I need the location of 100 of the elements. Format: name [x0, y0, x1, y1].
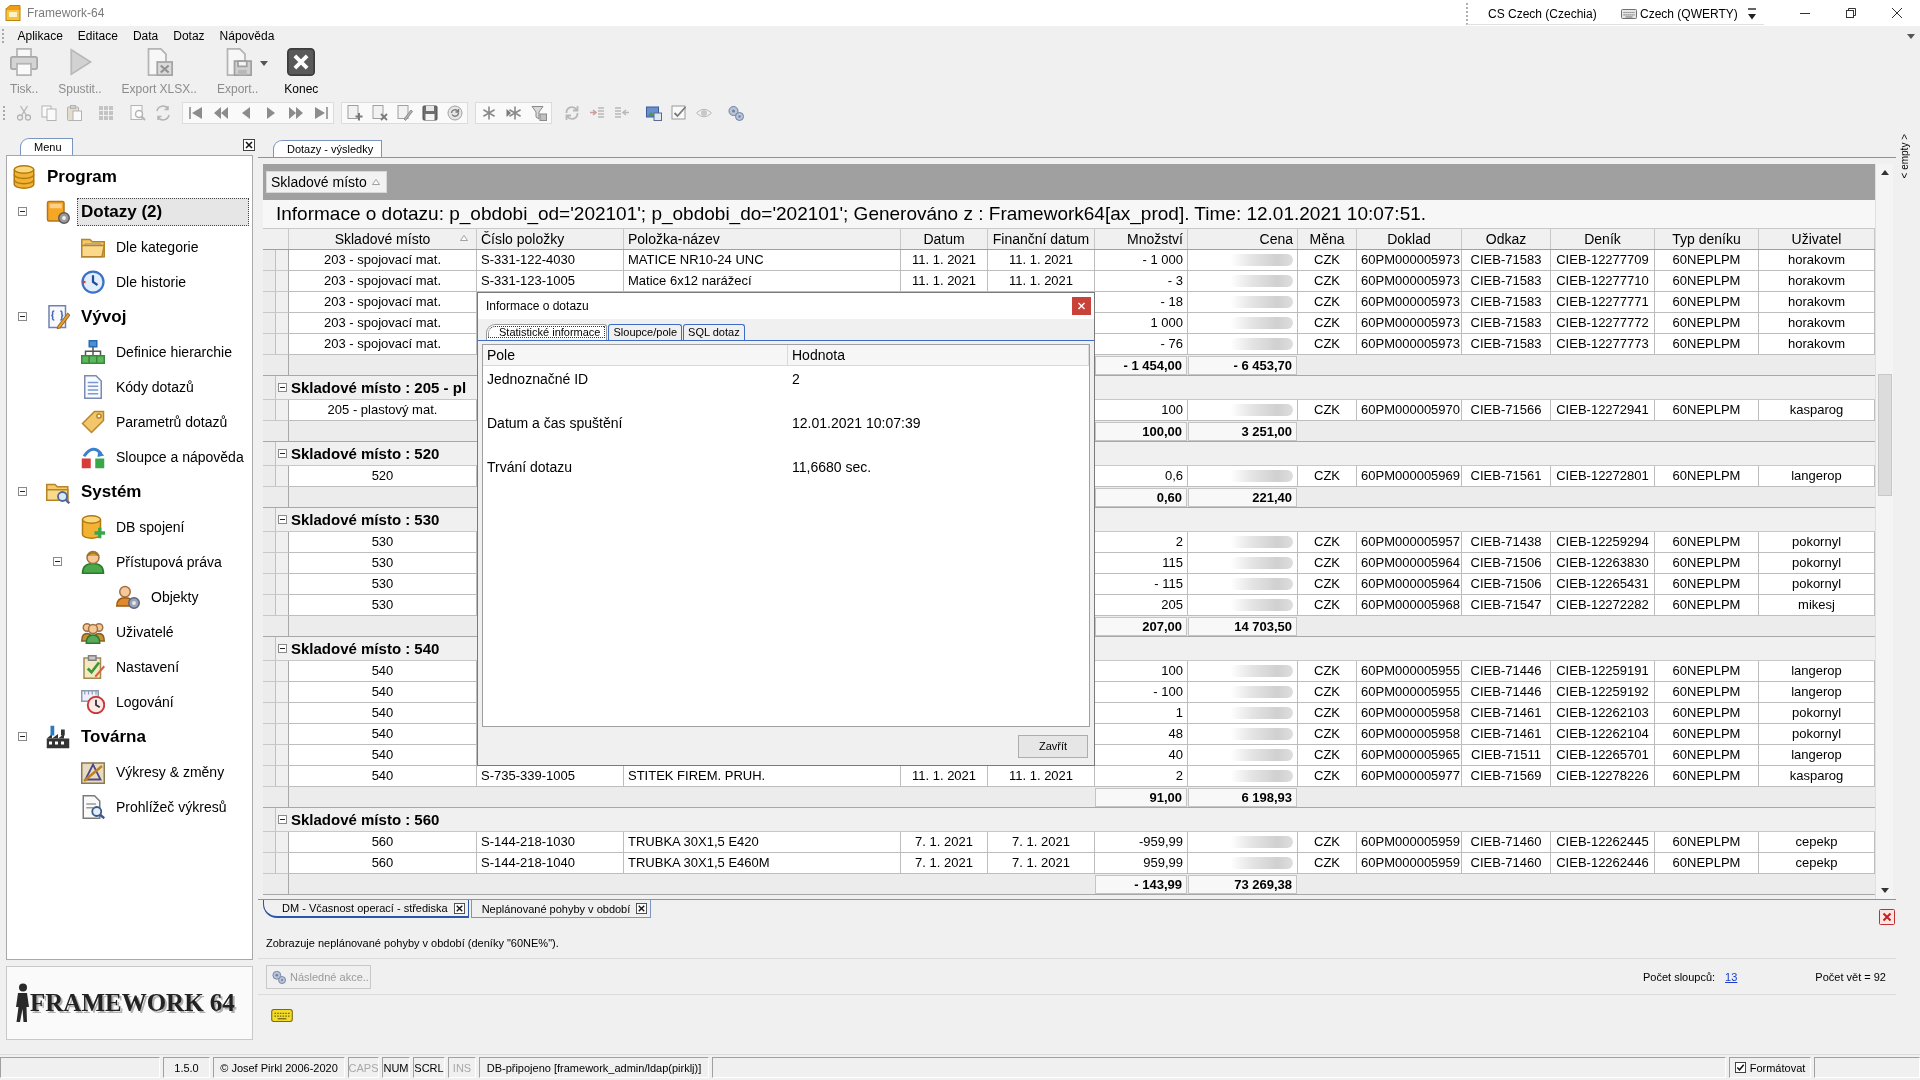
row-selector[interactable]	[263, 250, 289, 271]
asterisk-arrow-icon[interactable]	[505, 105, 522, 121]
input-language[interactable]: CS Czech (Czechia)	[1488, 6, 1621, 21]
exit-button[interactable]: Konec	[274, 46, 329, 98]
row-selector[interactable]	[263, 853, 289, 874]
collapse-icon[interactable]	[52, 557, 62, 566]
tree-item[interactable]: Nastavení	[112, 654, 184, 679]
asterisk-icon[interactable]	[480, 105, 497, 121]
search-icon[interactable]	[129, 105, 146, 121]
picture-icon[interactable]	[645, 105, 662, 121]
column-header[interactable]: Finanční datum	[988, 229, 1095, 249]
column-header[interactable]: Množství	[1095, 229, 1188, 249]
reload-icon[interactable]	[446, 105, 463, 121]
menu-item[interactable]: Dotaz	[165, 29, 213, 43]
tree-item[interactable]: Dotazy (2)	[77, 197, 249, 226]
column-count-link[interactable]: 13	[1725, 970, 1738, 983]
copy-icon[interactable]	[40, 105, 57, 121]
row-selector[interactable]	[263, 682, 289, 703]
query-tab[interactable]: Neplánované pohyby v období	[470, 900, 652, 918]
dialog-tab[interactable]: Statistické informace	[486, 324, 608, 340]
query-tab[interactable]: DM - Včasnost operací - střediska	[263, 900, 469, 918]
checkbox-icon[interactable]	[1734, 1062, 1746, 1073]
checkbox-icon[interactable]	[670, 105, 687, 121]
row-selector[interactable]	[263, 574, 289, 595]
row-selector[interactable]	[263, 532, 289, 553]
refresh-icon[interactable]	[563, 105, 580, 121]
collapse-icon[interactable]	[278, 644, 287, 653]
results-tab[interactable]: Dotazy - výsledky	[273, 140, 383, 157]
close-icon[interactable]	[636, 903, 648, 914]
row-selector[interactable]	[263, 661, 289, 682]
collapse-icon[interactable]	[17, 732, 27, 741]
tree-item[interactable]: Přístupová práva	[112, 549, 226, 574]
close-icon[interactable]	[1892, 8, 1902, 18]
fast-back-icon[interactable]	[212, 105, 229, 121]
minimize-icon[interactable]	[1800, 12, 1810, 14]
tree-item[interactable]: Uživatelé	[112, 619, 178, 644]
tree-item[interactable]: Výkresy & změny	[112, 759, 229, 784]
tree-item[interactable]: Továrna	[77, 722, 150, 751]
row-selector[interactable]	[263, 271, 289, 292]
scrollbar-thumb[interactable]	[1877, 374, 1892, 496]
column-header[interactable]: Měna	[1298, 229, 1357, 249]
fast-forward-icon[interactable]	[287, 105, 304, 121]
column-header[interactable]: Položka-název	[624, 229, 901, 249]
column-header[interactable]: Číslo položky	[477, 229, 624, 249]
scrollbar[interactable]	[1875, 164, 1893, 899]
menu-item[interactable]: Aplikace	[10, 29, 71, 43]
caret-icon[interactable]	[1907, 33, 1915, 39]
column-header[interactable]: Doklad	[1357, 229, 1462, 249]
row-selector[interactable]	[263, 313, 289, 334]
row-selector[interactable]	[263, 724, 289, 745]
column-header[interactable]: Typ deníku	[1655, 229, 1759, 249]
indent-icon[interactable]	[588, 105, 605, 121]
format-checkbox[interactable]: Formátovat	[1734, 1061, 1806, 1074]
first-record-icon[interactable]	[187, 105, 204, 121]
collapse-icon[interactable]	[17, 207, 27, 216]
row-selector[interactable]	[263, 703, 289, 724]
column-header[interactable]: Pole	[483, 345, 788, 365]
tree-item[interactable]: Sloupce a nápověda	[112, 444, 248, 469]
gears-icon[interactable]	[727, 105, 744, 121]
menu-tab[interactable]: Menu	[20, 138, 73, 155]
column-header[interactable]: Hodnota	[788, 345, 1089, 365]
row-selector[interactable]	[263, 466, 289, 487]
tree-item[interactable]: DB spojení	[112, 514, 189, 539]
column-header[interactable]: Skladové místo	[289, 229, 477, 249]
paste-icon[interactable]	[65, 105, 82, 121]
close-button[interactable]: Zavřít	[1018, 734, 1088, 758]
scissors-icon[interactable]	[15, 105, 32, 121]
menu-item[interactable]: Nápověda	[212, 29, 282, 43]
collapse-icon[interactable]	[278, 449, 287, 458]
options-icon[interactable]	[1748, 7, 1756, 20]
keyboard-layout[interactable]: Czech (QWERTY)	[1640, 6, 1748, 21]
tree-item[interactable]: Dle kategorie	[112, 234, 203, 259]
column-header[interactable]: Datum	[901, 229, 988, 249]
row-selector[interactable]	[263, 595, 289, 616]
replace-icon[interactable]	[154, 105, 171, 121]
collapse-icon[interactable]	[278, 383, 287, 392]
collapse-icon[interactable]	[278, 515, 287, 524]
delete-document-icon[interactable]	[371, 105, 388, 121]
collapse-icon[interactable]	[17, 312, 27, 321]
row-selector[interactable]	[263, 832, 289, 853]
tree-item[interactable]: Logování	[112, 689, 178, 714]
dialog-tab[interactable]: Sloupce/pole	[608, 324, 683, 340]
row-selector[interactable]	[263, 292, 289, 313]
keyboard-icon[interactable]	[271, 1009, 293, 1022]
row-selector[interactable]	[263, 745, 289, 766]
tree-item[interactable]: Vývoj	[77, 302, 131, 331]
group-by-chip[interactable]: Skladové místo	[266, 171, 387, 193]
row-selector[interactable]	[263, 553, 289, 574]
column-header[interactable]: Deník	[1551, 229, 1655, 249]
tree-item[interactable]: Parametrů dotazů	[112, 409, 232, 434]
filter-icon[interactable]	[530, 105, 547, 121]
tree-item[interactable]: Definice hierarchie	[112, 339, 236, 364]
add-document-icon[interactable]	[346, 105, 363, 121]
collapse-icon[interactable]	[278, 815, 287, 824]
menu-item[interactable]: Data	[125, 29, 166, 43]
row-selector[interactable]	[263, 334, 289, 355]
restore-icon[interactable]	[1846, 8, 1856, 18]
tree-item[interactable]: Kódy dotazů	[112, 374, 198, 399]
scroll-up-icon[interactable]	[1880, 170, 1889, 175]
row-selector[interactable]	[263, 766, 289, 787]
